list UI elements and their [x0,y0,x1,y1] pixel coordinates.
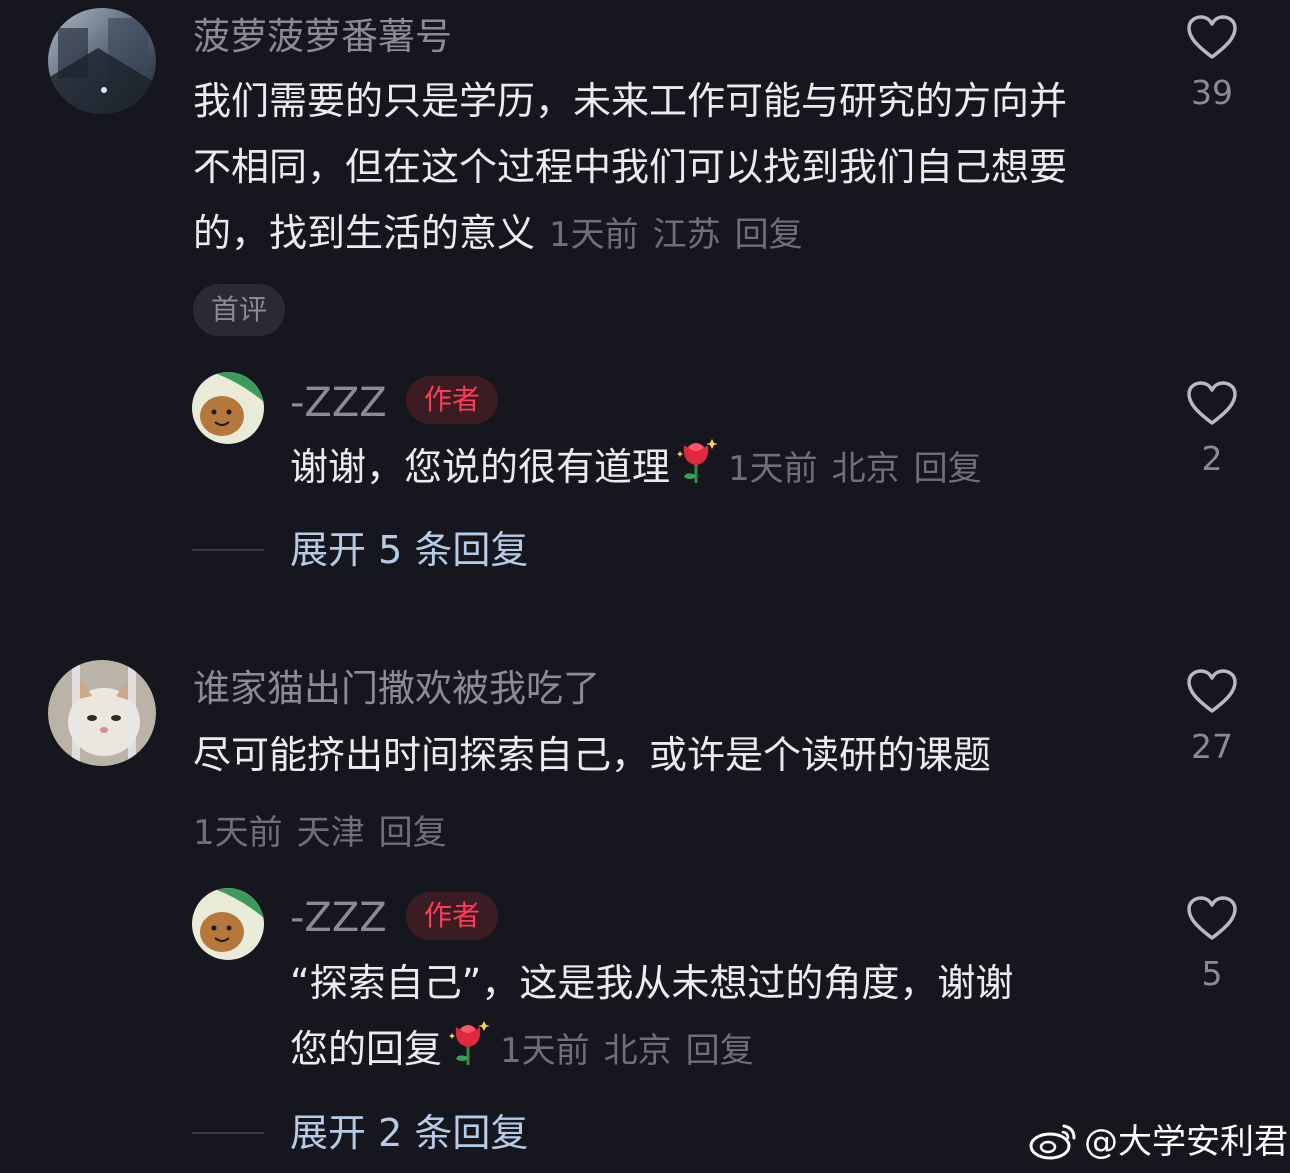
comment-location: 天津 [296,813,365,853]
expand-replies-button[interactable]: 展开 2 条回复 [290,1114,528,1152]
reply-button[interactable]: 回复 [379,813,447,853]
divider [192,549,264,551]
reply-time: 1天前 [500,1031,590,1071]
first-comment-badge: 首评 [193,284,286,336]
avatar[interactable] [48,8,156,114]
expand-replies-button[interactable]: 展开 5 条回复 [290,531,528,569]
heart-outline-icon [1187,381,1237,425]
reply-username[interactable]: -ZZZ [290,383,387,423]
avatar-image [192,372,264,444]
reply-button[interactable]: 回复 [735,215,803,255]
rose-emoji-icon [674,435,720,505]
author-badge: 作者 [406,892,499,940]
avatar[interactable] [192,888,264,960]
reply-body: 谢谢，您说的很有道理 [290,445,671,489]
comment-meta: 1天前 天津 回复 [193,805,461,854]
reply-text: “探索自己”，这是我从未想过的角度，谢谢 [290,950,1150,1016]
comment-body: 尽可能挤出时间探索自己，或许是个读研的课题 [193,733,992,777]
weibo-logo-icon [1028,1120,1078,1164]
reply-body-line1: “探索自己”，这是我从未想过的角度，谢谢 [290,961,1014,1005]
heart-outline-icon [1187,15,1237,59]
comment-list: 菠萝菠萝番薯号 我们需要的只是学历，未来工作可能与研究的方向并不相同，但在这个过… [0,0,1290,1173]
like-count: 2 [1201,439,1223,478]
like-button[interactable]: 39 [1172,14,1252,109]
watermark: @大学安利君 [1028,1120,1288,1164]
comment-text: 我们需要的只是学历，未来工作可能与研究的方向并不相同，但在这个过程中我们可以找到… [193,68,1103,268]
like-button[interactable]: 2 [1172,380,1252,475]
comment-username[interactable]: 菠萝菠萝番薯号 [193,18,452,55]
comment-time: 1天前 [193,813,283,853]
comment-username[interactable]: 谁家猫出门撒欢被我吃了 [193,670,600,707]
comment-text: 尽可能挤出时间探索自己，或许是个读研的课题 [193,722,1103,788]
watermark-text: @大学安利君 [1084,1122,1288,1162]
author-badge: 作者 [406,376,499,424]
like-count: 27 [1191,727,1233,766]
reply-button[interactable]: 回复 [914,449,982,489]
avatar[interactable] [192,372,264,444]
reply-location: 北京 [831,449,900,489]
rose-emoji-icon [446,1017,492,1087]
like-button[interactable]: 5 [1172,895,1252,990]
comment-time: 1天前 [549,215,639,255]
reply-time: 1天前 [728,449,818,489]
divider [192,1132,264,1134]
reply-location: 北京 [603,1031,672,1071]
heart-outline-icon [1187,896,1237,940]
reply-body-line2: 您的回复 [290,1027,443,1071]
avatar-image [48,8,156,114]
reply-username[interactable]: -ZZZ [290,898,387,938]
reply-text: 您的回复 1天前 北京 回复 [290,1016,1150,1087]
like-count: 39 [1191,73,1233,112]
like-count: 5 [1201,954,1223,993]
avatar-image [48,660,156,766]
avatar[interactable] [48,660,156,766]
comment-location: 江苏 [652,215,721,255]
heart-outline-icon [1187,669,1237,713]
like-button[interactable]: 27 [1172,668,1252,763]
reply-text: 谢谢，您说的很有道理 1天前 北京 回复 [290,434,1150,505]
reply-button[interactable]: 回复 [686,1031,754,1071]
avatar-image [192,888,264,960]
